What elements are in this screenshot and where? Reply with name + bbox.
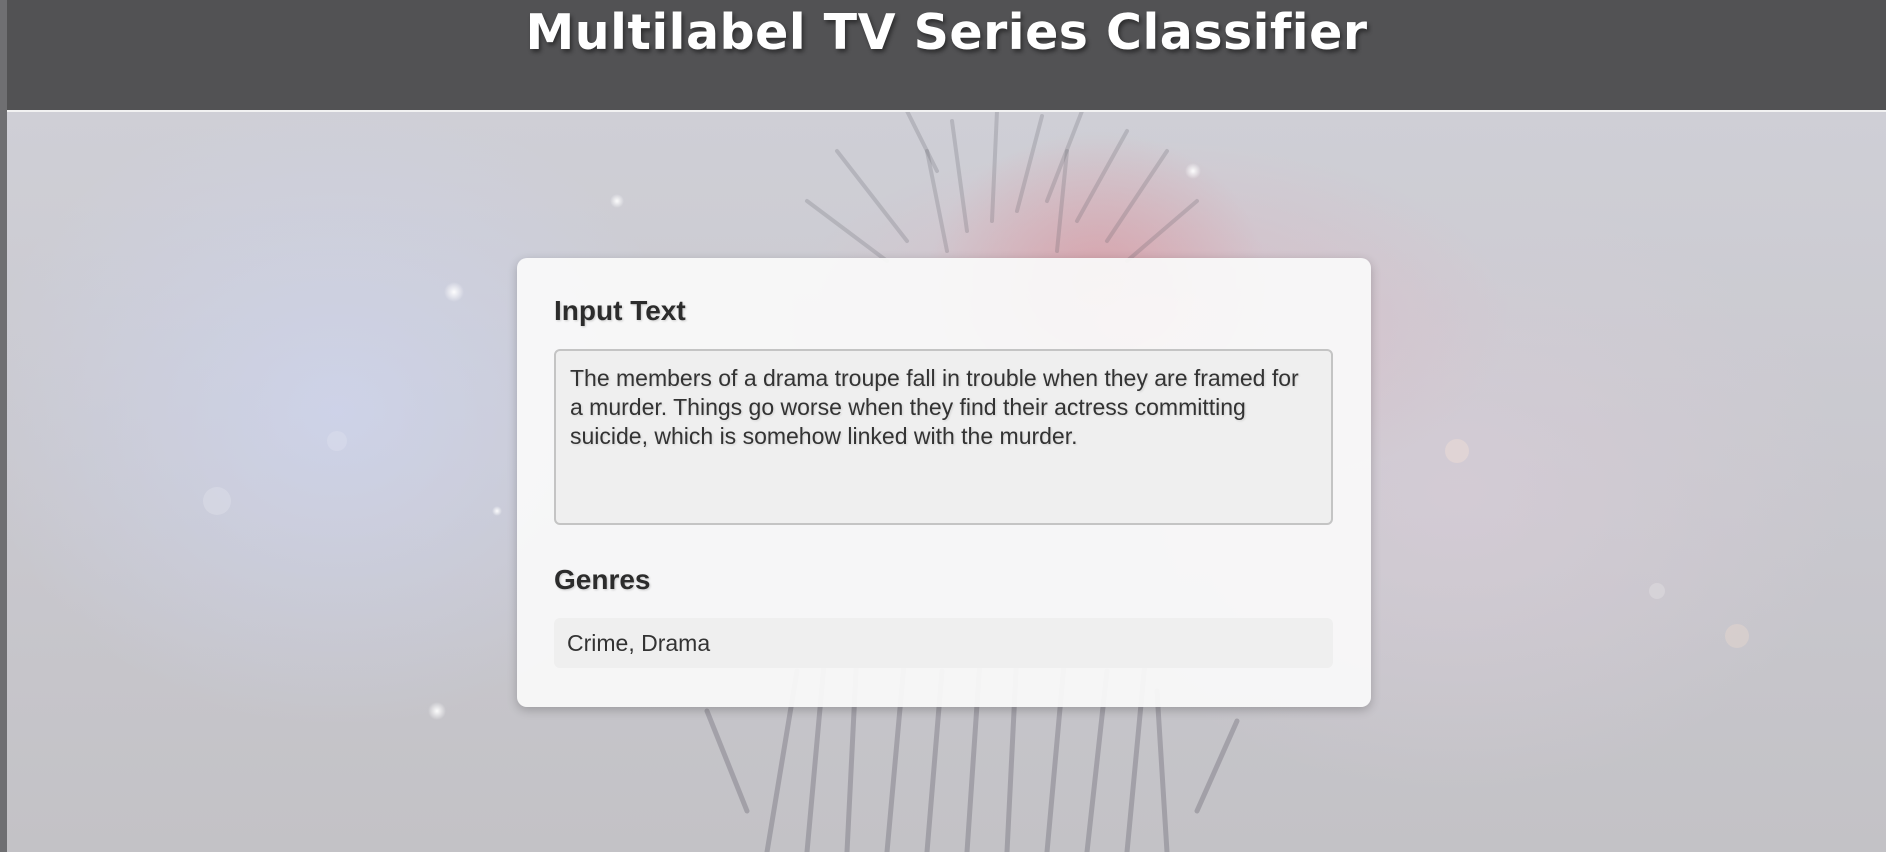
classifier-card: Input Text The members of a drama troupe… (517, 258, 1371, 707)
input-text-field[interactable]: The members of a drama troupe fall in tr… (554, 349, 1333, 525)
input-text-heading: Input Text (554, 295, 686, 326)
genres-output: Crime, Drama (554, 618, 1333, 668)
genres-heading: Genres (554, 564, 651, 595)
app-title: Multilabel TV Series Classifier (525, 4, 1368, 62)
app-header: Multilabel TV Series Classifier (7, 0, 1886, 112)
genres-value: Crime, Drama (567, 629, 711, 656)
